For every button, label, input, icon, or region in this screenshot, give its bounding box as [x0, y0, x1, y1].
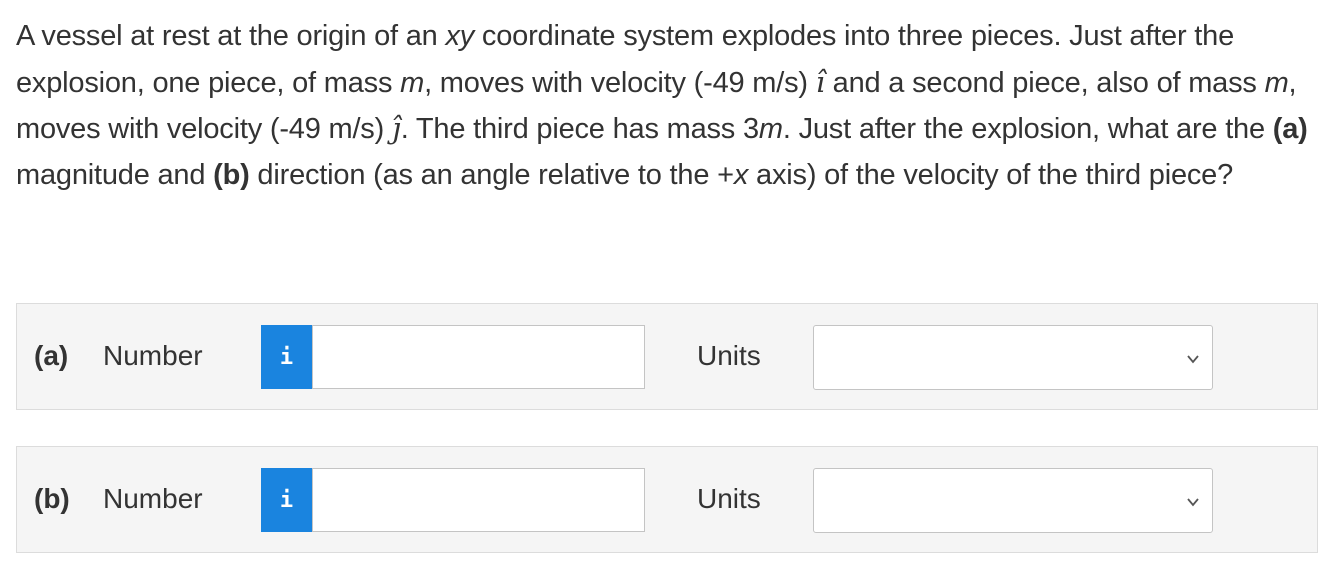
- question-segment-italic: m: [758, 113, 783, 145]
- question-segment: , moves with velocity (-49 m/s): [424, 66, 816, 99]
- number-label-b: Number: [103, 483, 203, 514]
- question-segment: A vessel at rest at the origin of an: [16, 20, 446, 52]
- units-select-b[interactable]: [813, 468, 1213, 533]
- question-segment: . The third piece has mass 3: [400, 113, 759, 145]
- question-segment: axis) of the velocity of the third piece…: [748, 158, 1234, 191]
- units-label-a: Units: [697, 340, 761, 371]
- question-segment: . Just after the explosion, what are the: [782, 113, 1273, 145]
- part-label-a: (a): [34, 340, 69, 371]
- number-input-b[interactable]: [312, 468, 645, 532]
- units-select-a[interactable]: [813, 325, 1213, 390]
- answer-row-a: (a) Number i Units: [16, 303, 1318, 410]
- question-segment-italic: x: [733, 158, 749, 191]
- chevron-down-icon: [1187, 498, 1199, 507]
- info-icon[interactable]: i: [261, 468, 312, 532]
- question-segment: and a second piece, also of mass: [824, 66, 1265, 99]
- question-segment: direction (as an angle relative to the +: [249, 158, 734, 191]
- question-segment-italic: m: [400, 66, 425, 99]
- answer-row-b: (b) Number i Units: [16, 446, 1318, 553]
- unit-vector-i: î: [815, 64, 825, 99]
- unit-vector-j: ĵ: [391, 111, 401, 145]
- question-segment-bold: (a): [1272, 113, 1308, 145]
- question-text: A vessel at rest at the origin of an xy …: [16, 14, 1316, 198]
- number-input-a[interactable]: [312, 325, 645, 389]
- question-segment-bold: (b): [213, 158, 250, 191]
- number-label-a: Number: [103, 340, 203, 371]
- units-label-b: Units: [697, 483, 761, 514]
- chevron-down-icon: [1187, 355, 1199, 364]
- question-segment-italic: xy: [445, 20, 475, 52]
- info-icon[interactable]: i: [261, 325, 312, 389]
- question-segment-italic: m: [1264, 66, 1289, 99]
- part-label-b: (b): [34, 483, 70, 514]
- question-segment: magnitude and: [16, 158, 214, 191]
